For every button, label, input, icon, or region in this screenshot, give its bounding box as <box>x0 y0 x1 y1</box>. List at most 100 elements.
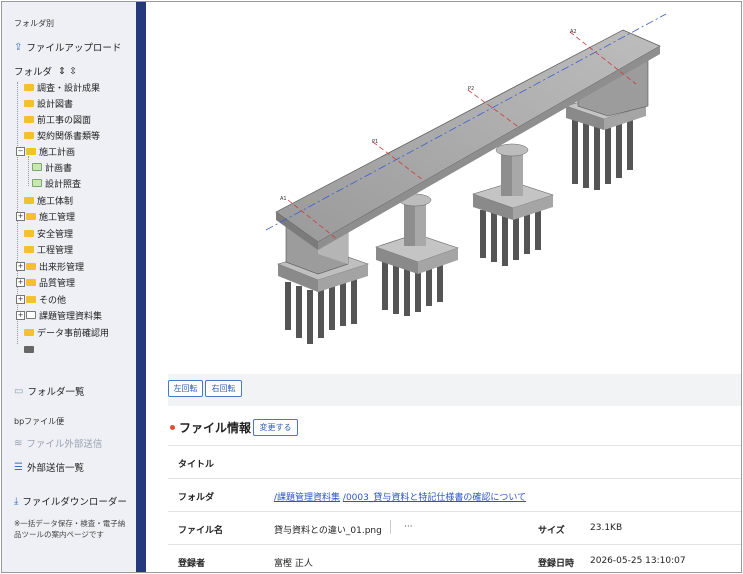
folder-icon <box>24 83 34 91</box>
send-list-link[interactable]: ☰ 外部送信一覧 <box>14 460 84 475</box>
tree-item-label: 安全管理 <box>37 229 74 240</box>
folder-open-icon: ▭ <box>14 385 24 397</box>
folder-path: /課題管理資料集 /0003_貸与資料と特記仕様書の確認について <box>274 490 526 503</box>
tree-item-label: 施工体制 <box>37 196 74 207</box>
folder-label: フォルダ <box>178 493 215 503</box>
edit-info-button[interactable]: 変更する <box>253 419 298 436</box>
new-folder-button[interactable] <box>24 342 37 356</box>
registered-at-label: 登録日時 <box>538 559 575 569</box>
new-folder-icon <box>24 345 34 353</box>
folder-header: フォルダ ⇕ ⇳ <box>14 64 77 79</box>
upload-label: ファイルアップロード <box>26 43 122 54</box>
expand-all-icon[interactable]: ⇕ <box>58 66 66 77</box>
tree-item-sekkei-zusho[interactable]: 設計図書 <box>24 96 73 110</box>
by-folder-label: フォルダ別 <box>14 19 54 28</box>
file-info-header: ファイル情報 変更する <box>168 417 741 439</box>
upload-link[interactable]: ⇪ ファイルアップロード <box>14 40 122 55</box>
downloader-label: ファイルダウンローダー <box>22 497 127 508</box>
tree-item-sekou-kanri[interactable]: + 施工管理 <box>16 209 75 223</box>
tree-item-label: 施工計画 <box>39 147 76 158</box>
table-row-folder: フォルダ /課題管理資料集 /0003_貸与資料と特記仕様書の確認について <box>168 478 741 512</box>
folder-icon <box>26 278 36 286</box>
table-row-filename: ファイル名 貸与資料との違い_01.png ··· サイズ 23.1KB <box>168 511 741 545</box>
file-info-title: ファイル情報 <box>179 421 252 435</box>
registrant-label: 登録者 <box>178 559 206 569</box>
section-label: A2 <box>570 29 577 35</box>
image-viewer: A1 P1 P2 A2 <box>168 2 741 378</box>
tree-item-koutei[interactable]: 工程管理 <box>24 242 73 256</box>
tree-item-sekkei-shousa[interactable]: 設計照査 <box>32 176 81 190</box>
upload-icon: ⇪ <box>14 41 23 53</box>
tree-item-keikakusho[interactable]: 計画書 <box>32 160 72 174</box>
tree-item-chousa[interactable]: 調査・設計成果 <box>24 80 100 94</box>
tree-item-label: 施工管理 <box>39 212 76 223</box>
folder-icon <box>26 212 36 220</box>
folder-list-link[interactable]: ▭ フォルダ一覧 <box>14 384 85 399</box>
bridge-model-image: A1 P1 P2 A2 <box>265 13 667 344</box>
expand-toggle-icon[interactable]: + <box>16 294 25 304</box>
folder-path-link-1[interactable]: /課題管理資料集 <box>274 493 340 503</box>
sidebar-divider <box>136 2 146 572</box>
tree-item-maekouji[interactable]: 前工事の図面 <box>24 112 91 126</box>
section-bullet-icon <box>170 425 175 430</box>
tree-item-label: 工程管理 <box>37 245 74 256</box>
section-label: P1 <box>372 139 378 145</box>
tree-item-sekou-keikaku[interactable]: − 施工計画 <box>16 144 75 158</box>
app-window: フォルダ別 ⇪ ファイルアップロード フォルダ ⇕ ⇳ 調査・設計成果 設計図書… <box>1 1 742 573</box>
registered-at-value: 2026-05-25 13:10:07 <box>590 556 686 566</box>
folder-icon <box>24 115 34 123</box>
tree-item-keiyaku[interactable]: 契約関係書類等 <box>24 128 100 142</box>
more-options-icon[interactable]: ··· <box>404 522 413 532</box>
tree-item-hinshitsu[interactable]: + 品質管理 <box>16 275 75 289</box>
tree-item-dekigata[interactable]: + 出来形管理 <box>16 259 84 273</box>
folder-header-label: フォルダ <box>14 67 53 78</box>
folder-icon <box>24 229 34 237</box>
tree-item-kadai[interactable]: + 課題管理資料集 <box>16 308 102 322</box>
rotate-toolbar: 左回転 右回転 <box>168 374 741 406</box>
folder-icon <box>24 328 34 336</box>
tree-item-sekou-taisei[interactable]: 施工体制 <box>24 193 73 207</box>
tree-item-anzen[interactable]: 安全管理 <box>24 226 73 240</box>
tree-item-label: 前工事の図面 <box>37 115 92 126</box>
tree-line-sub <box>28 156 29 186</box>
separator <box>390 520 391 534</box>
section-label: P2 <box>468 86 474 92</box>
folder-icon <box>26 262 36 270</box>
table-row-registrant: 登録者 富樫 正人 登録日時 2026-05-25 13:10:07 <box>168 544 741 572</box>
rotate-left-button[interactable]: 左回転 <box>168 380 203 397</box>
tree-item-label: データ事前確認用 <box>37 328 110 339</box>
folder-path-link-2[interactable]: /0003_貸与資料と特記仕様書の確認について <box>343 493 526 503</box>
main-panel: A1 P1 P2 A2 左回転 右回転 ファイル情報 変更する タイトル フォル… <box>146 2 741 572</box>
expand-toggle-icon[interactable]: + <box>16 310 25 320</box>
download-icon: ⤓ <box>14 495 19 507</box>
tree-item-data-jizen[interactable]: データ事前確認用 <box>24 325 109 339</box>
tree-item-label: 出来形管理 <box>39 262 85 273</box>
downloader-link[interactable]: ⤓ ファイルダウンローダー <box>14 494 127 509</box>
downloader-note: ※一括データ保存・検査・電子納品ツールの案内ページです <box>14 519 126 539</box>
expand-toggle-icon[interactable]: + <box>16 211 25 221</box>
send-list-label: 外部送信一覧 <box>26 463 84 474</box>
external-send-link[interactable]: ≋ ファイル外部送信 <box>14 436 103 451</box>
expand-toggle-icon[interactable]: + <box>16 277 25 287</box>
tree-item-label: 設計図書 <box>37 99 74 110</box>
folder-icon <box>24 99 34 107</box>
folder-list-label: フォルダ一覧 <box>27 387 85 398</box>
rotate-right-button[interactable]: 右回転 <box>205 380 242 397</box>
tree-item-label: 契約関係書類等 <box>37 131 101 142</box>
external-send-label: ファイル外部送信 <box>26 439 103 450</box>
size-label: サイズ <box>538 526 565 536</box>
expand-toggle-icon[interactable]: + <box>16 261 25 271</box>
folder-icon <box>24 245 34 253</box>
folder-icon <box>26 295 36 303</box>
tree-item-label: 計画書 <box>45 163 73 174</box>
wifi-icon: ≋ <box>14 437 23 449</box>
table-row-title: タイトル <box>168 445 741 479</box>
tree-item-sonota[interactable]: + その他 <box>16 292 66 306</box>
folder-icon <box>24 196 34 204</box>
collapse-toggle-icon[interactable]: − <box>16 146 25 156</box>
list-icon: ☰ <box>14 461 23 473</box>
tree-item-label: 調査・設計成果 <box>37 83 101 94</box>
tree-item-label: その他 <box>39 295 67 306</box>
collapse-all-icon[interactable]: ⇳ <box>69 66 77 77</box>
folder-icon <box>26 147 36 155</box>
